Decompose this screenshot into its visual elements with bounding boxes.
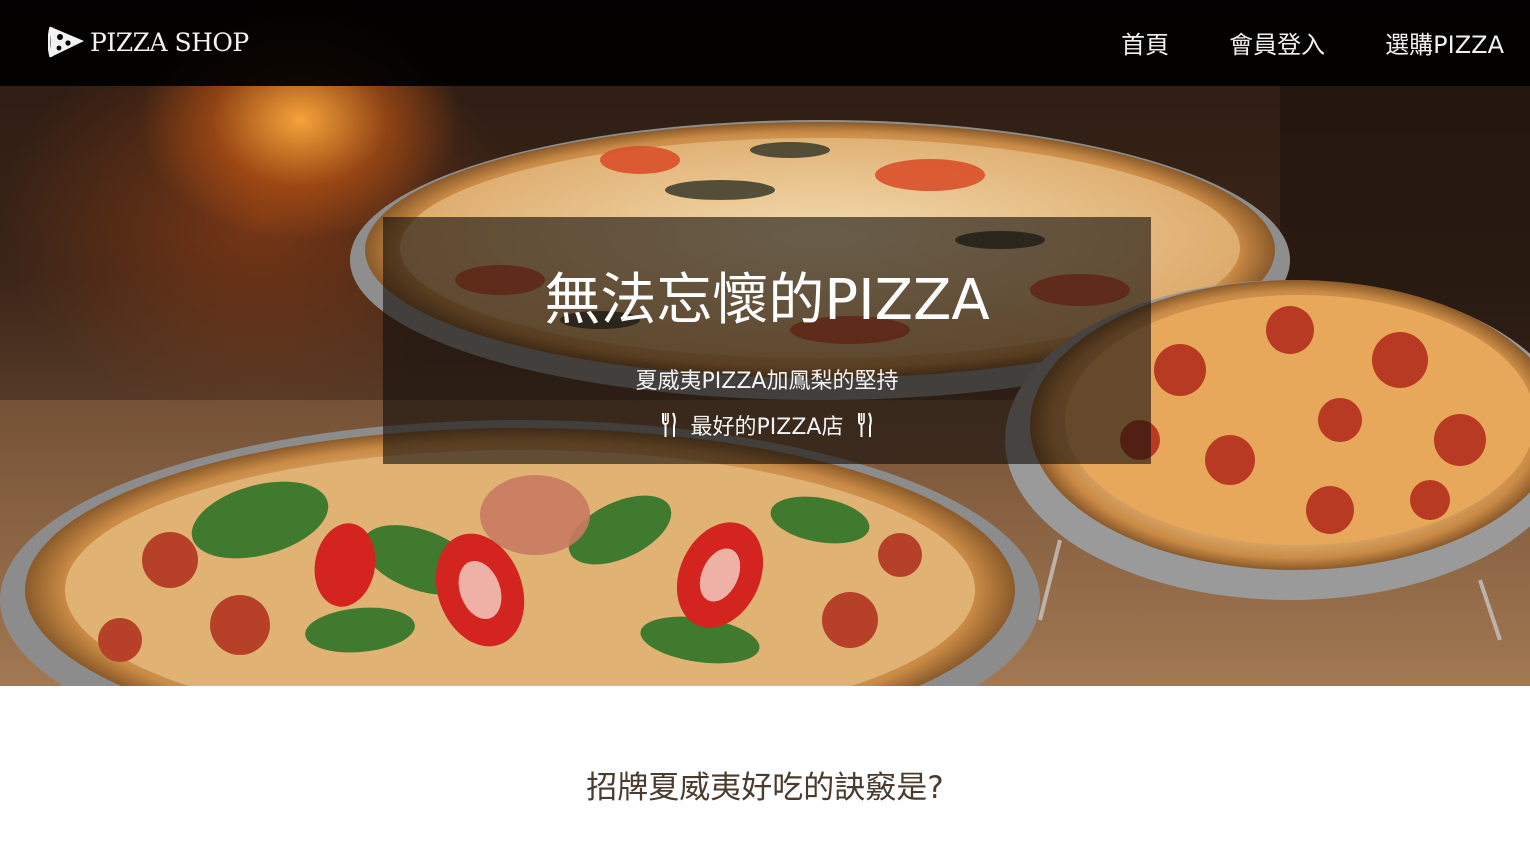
main-nav: 首頁 會員登入 選購PIZZA (1121, 22, 1504, 62)
fork-knife-icon (858, 412, 873, 437)
navbar: PIZZA SHOP 首頁 會員登入 選購PIZZA (0, 0, 1530, 86)
brand-logo-link[interactable]: PIZZA SHOP (48, 22, 249, 62)
hero-title: 無法忘懷的PIZZA (544, 268, 990, 333)
hero-subtitle: 夏威夷PIZZA加鳳梨的堅持 (635, 369, 899, 394)
section-heading: 招牌夏威夷好吃的訣竅是? (586, 770, 944, 806)
pizza-slice-icon (48, 26, 84, 58)
page: PIZZA SHOP 首頁 會員登入 選購PIZZA 無法忘懷的PIZZA 夏威… (0, 0, 1530, 868)
hero-caption-box: 無法忘懷的PIZZA 夏威夷PIZZA加鳳梨的堅持 最好的PIZZA店 (383, 217, 1151, 464)
hero-tagline: 最好的PIZZA店 (690, 415, 844, 440)
nav-link-member-login[interactable]: 會員登入 (1229, 25, 1325, 60)
nav-link-shop-pizza[interactable]: 選購PIZZA (1385, 25, 1504, 60)
brand-name: PIZZA SHOP (90, 27, 249, 57)
fork-knife-icon (661, 412, 676, 437)
hero-tagline-row: 最好的PIZZA店 (383, 409, 1151, 441)
nav-link-home[interactable]: 首頁 (1121, 25, 1169, 60)
